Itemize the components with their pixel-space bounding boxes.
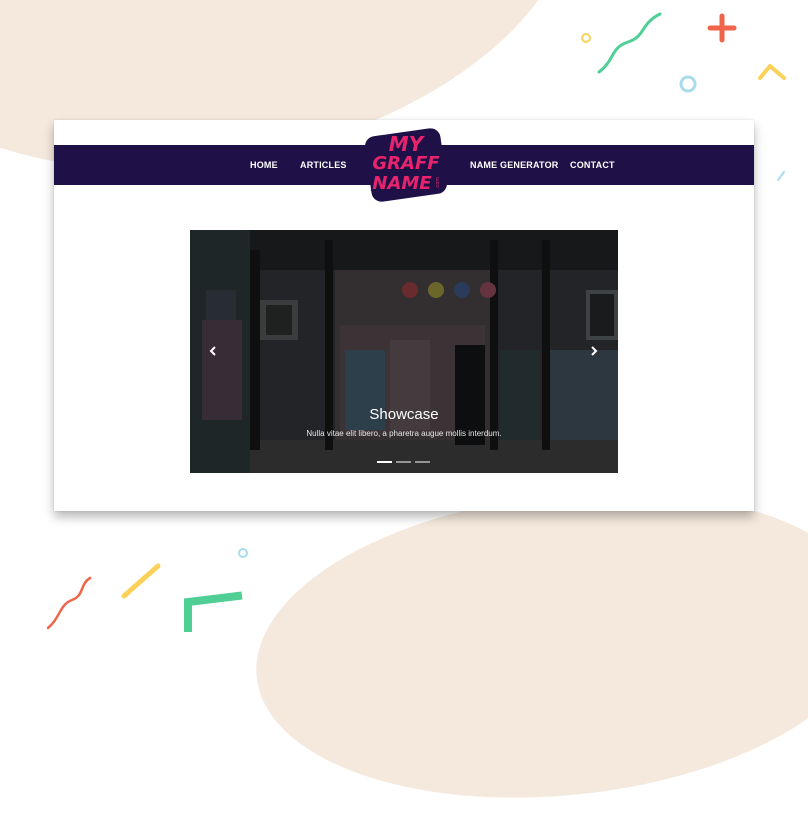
carousel-indicator-1[interactable]: [377, 461, 392, 463]
website-mockup: HOME ARTICLES NAME GENERATOR CONTACT MY …: [54, 120, 754, 511]
nav-articles[interactable]: ARTICLES: [300, 145, 347, 185]
nav-contact[interactable]: CONTACT: [570, 145, 615, 185]
carousel-indicator-3[interactable]: [415, 461, 430, 463]
nav-name-generator[interactable]: NAME GENERATOR: [470, 145, 558, 185]
carousel-caption-title: Showcase: [369, 406, 439, 423]
chevron-left-icon[interactable]: [206, 344, 220, 358]
image-carousel[interactable]: Showcase Nulla vitae elit libero, a phar…: [190, 230, 618, 473]
logo-line-my: MY: [388, 132, 424, 156]
logo-line-name: NAME: [372, 173, 432, 194]
logo-tag: .com: [435, 176, 442, 190]
carousel-caption-text: Nulla vitae elit libero, a pharetra augu…: [306, 429, 502, 438]
carousel-indicator-2[interactable]: [396, 461, 411, 463]
chevron-right-icon[interactable]: [587, 344, 601, 358]
nav-home[interactable]: HOME: [250, 145, 278, 185]
site-logo[interactable]: MY GRAFF NAME .com: [363, 127, 449, 203]
logo-line-graff: GRAFF: [372, 153, 440, 174]
